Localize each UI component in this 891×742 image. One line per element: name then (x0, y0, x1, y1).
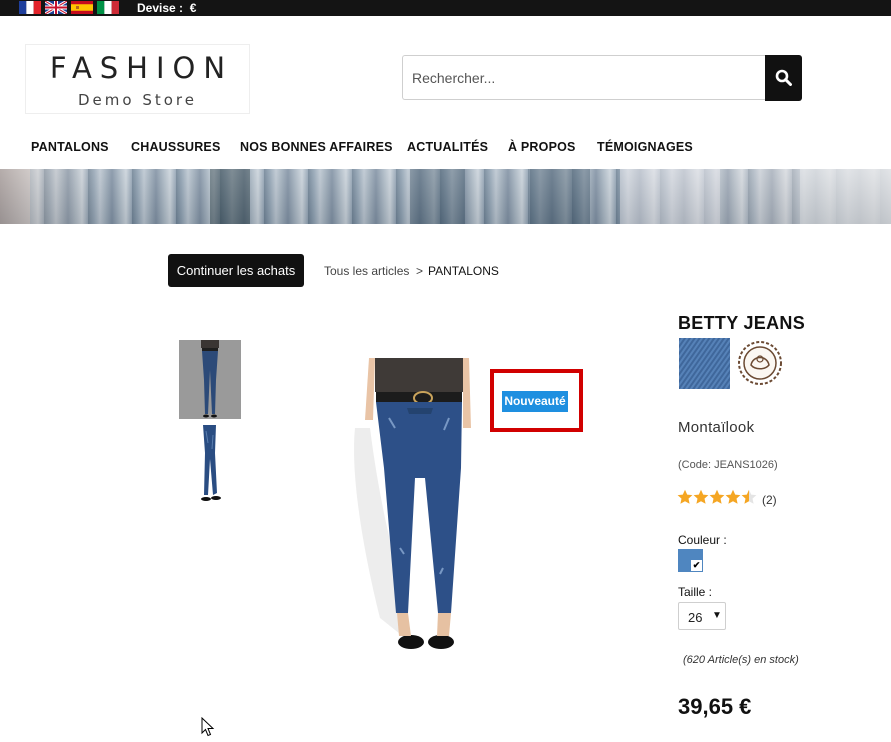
flag-uk-icon[interactable] (45, 1, 67, 14)
top-bar: Devise : € (0, 0, 891, 16)
product-price: 39,65 € (678, 694, 752, 719)
search-button[interactable] (765, 55, 802, 101)
quality-seal-icon (737, 340, 783, 386)
mouse-cursor-icon (201, 716, 215, 737)
color-swatch-blue[interactable]: ✔ (678, 549, 703, 572)
stock-info: (620 Article(s) en stock) (683, 654, 799, 666)
nav-item-pantalons[interactable]: PANTALONS (31, 140, 109, 154)
review-count[interactable]: (2) (762, 493, 777, 507)
flag-france-icon[interactable] (19, 1, 41, 14)
flag-italy-icon[interactable] (97, 1, 119, 14)
nav-item-temoignages[interactable]: TÉMOIGNAGES (597, 140, 693, 154)
breadcrumb-separator: > (416, 264, 424, 278)
size-value: 26 (688, 610, 703, 625)
search-input[interactable] (402, 55, 765, 100)
header-banner (0, 169, 891, 224)
logo-subtitle: Demo Store (78, 91, 197, 109)
breadcrumb-current: PANTALONS (428, 264, 499, 278)
star-icon (709, 489, 725, 504)
product-code: (Code: JEANS1026) (678, 459, 778, 471)
product-title: BETTY JEANS (678, 313, 805, 333)
color-label: Couleur : (678, 533, 727, 547)
size-select[interactable]: 26 ▼ (678, 602, 726, 630)
product-thumbnail-2[interactable] (179, 423, 241, 507)
store-logo[interactable]: FASHION Demo Store (25, 44, 250, 114)
product-thumbnail-1[interactable] (179, 340, 241, 419)
search-icon (775, 69, 792, 86)
nav-item-chaussures[interactable]: CHAUSSURES (131, 140, 221, 154)
currency-selector[interactable]: Devise : € (137, 1, 196, 15)
star-icon (693, 489, 709, 504)
new-badge: Nouveauté (502, 391, 568, 412)
size-label: Taille : (678, 585, 713, 599)
continue-shopping-button[interactable]: Continuer les achats (168, 254, 304, 287)
logo-title: FASHION (49, 51, 234, 85)
chevron-down-icon: ▼ (712, 610, 722, 621)
breadcrumb-all-items-link[interactable]: Tous les articles (324, 264, 409, 278)
star-icon (725, 489, 741, 504)
nav-item-a-propos[interactable]: À PROPOS (508, 140, 576, 154)
nav-item-bonnes-affaires[interactable]: NOS BONNES AFFAIRES (240, 140, 393, 154)
star-icon (677, 489, 693, 504)
nav-item-actualites[interactable]: ACTUALITÉS (407, 140, 488, 154)
product-main-image[interactable] (345, 358, 495, 658)
check-icon: ✔ (691, 560, 702, 571)
rating-stars (677, 488, 759, 506)
half-star-icon (741, 489, 757, 504)
flag-spain-icon[interactable] (71, 1, 93, 14)
product-brand: Montaïlook (678, 419, 755, 436)
denim-texture-swatch[interactable] (679, 338, 730, 389)
